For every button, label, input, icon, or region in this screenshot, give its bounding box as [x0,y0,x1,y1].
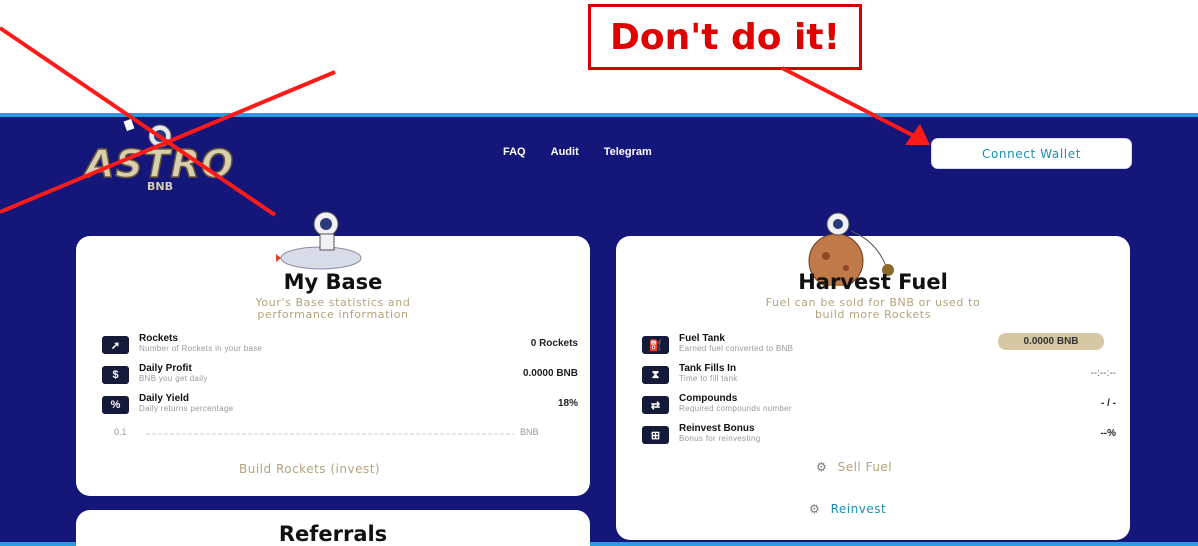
compounds-value: - / - [1101,398,1116,409]
compound-icon: ⇄ [642,396,669,414]
sell-fuel-button[interactable]: ⚙ Sell Fuel [816,460,892,474]
my-base-card: My Base Your's Base statistics and perfo… [76,211,590,496]
daily-profit-value: 0.0000 BNB [522,368,578,379]
reinvest-label: Reinvest [830,502,887,516]
daily-yield-value: 18% [557,398,578,409]
tank-fills-label: Tank Fills In [679,363,737,374]
screenshot-root: Don't do it! ASTRO BNB FAQ Audit Telegra… [0,0,1198,546]
reinvest-bonus-desc: Bonus for reinvesting [679,434,761,443]
build-rockets-button[interactable]: Build Rockets (invest) [239,462,380,476]
coins-icon: ⚙ [816,460,828,474]
slider-track[interactable] [146,433,514,435]
my-base-subtitle-line2: performance information [257,308,409,321]
rockets-desc: Number of Rockets in your base [139,344,263,353]
fuel-tank-value-badge: 0.0000 BNB [998,333,1104,350]
harvest-fuel-title: Harvest Fuel [798,270,948,294]
coins-icon: ⚙ [809,502,821,516]
money-bag-icon: $ [102,366,129,384]
warning-annotation-text: Don't do it! [609,16,840,58]
tank-fills-desc: Time to fill tank [679,374,738,383]
fuel-tank-desc: Earned fuel converted to BNB [679,344,794,353]
my-base-title: My Base [283,270,383,294]
nav-telegram[interactable]: Telegram [604,146,652,158]
nav-faq[interactable]: FAQ [503,146,526,158]
rocket-icon: ➚ [102,336,129,354]
reinvest-button[interactable]: ⚙ Reinvest [809,502,886,516]
astro-bnb-logo[interactable]: ASTRO BNB [84,118,255,193]
referrals-card: Referrals [76,510,590,546]
daily-yield-label: Daily Yield [139,393,190,404]
tank-fills-value: --:--:-- [1090,368,1116,379]
harvest-fuel-card: Harvest Fuel Fuel can be sold for BNB or… [616,212,1130,540]
daily-profit-label: Daily Profit [139,363,192,374]
rockets-row: ➚ Rockets Number of Rockets in your base… [102,333,578,357]
nav-audit[interactable]: Audit [551,146,579,158]
invest-amount-slider[interactable]: 0.1 BNB [114,427,554,441]
reinvest-bonus-label: Reinvest Bonus [679,423,755,434]
connect-wallet-button[interactable]: Connect Wallet [931,138,1132,169]
gift-icon: ⊞ [642,426,669,444]
slider-min-label: 0.1 [114,427,127,437]
daily-profit-row: $ Daily Profit BNB you get daily 0.0000 … [102,363,578,387]
daily-yield-row: % Daily Yield Daily returns percentage 1… [102,393,578,417]
sell-fuel-label: Sell Fuel [837,460,893,474]
compounds-desc: Required compounds number [679,404,792,413]
top-nav: FAQ Audit Telegram [503,146,652,158]
percent-icon: % [102,396,129,414]
daily-profit-desc: BNB you get daily [139,374,208,383]
logo-subtext: BNB [147,180,173,193]
fuel-pump-icon: ⛽ [642,336,669,354]
hourglass-icon: ⧗ [642,366,669,384]
fuel-tank-label: Fuel Tank [679,333,725,344]
referrals-title: Referrals [278,522,388,546]
astronaut-rocket-icon [276,211,362,270]
tank-fills-row: ⧗ Tank Fills In Time to fill tank --:--:… [642,363,1116,387]
reinvest-bonus-value: --% [1100,428,1116,439]
reinvest-bonus-row: ⊞ Reinvest Bonus Bonus for reinvesting -… [642,423,1116,447]
rockets-value: 0 Rockets [530,338,578,349]
compounds-label: Compounds [679,393,738,404]
harvest-fuel-subtitle-line2: build more Rockets [814,308,932,321]
slider-unit-label: BNB [520,427,539,437]
daily-yield-desc: Daily returns percentage [139,404,234,413]
warning-annotation: Don't do it! [588,4,862,70]
compounds-row: ⇄ Compounds Required compounds number - … [642,393,1116,417]
rockets-label: Rockets [139,333,178,344]
